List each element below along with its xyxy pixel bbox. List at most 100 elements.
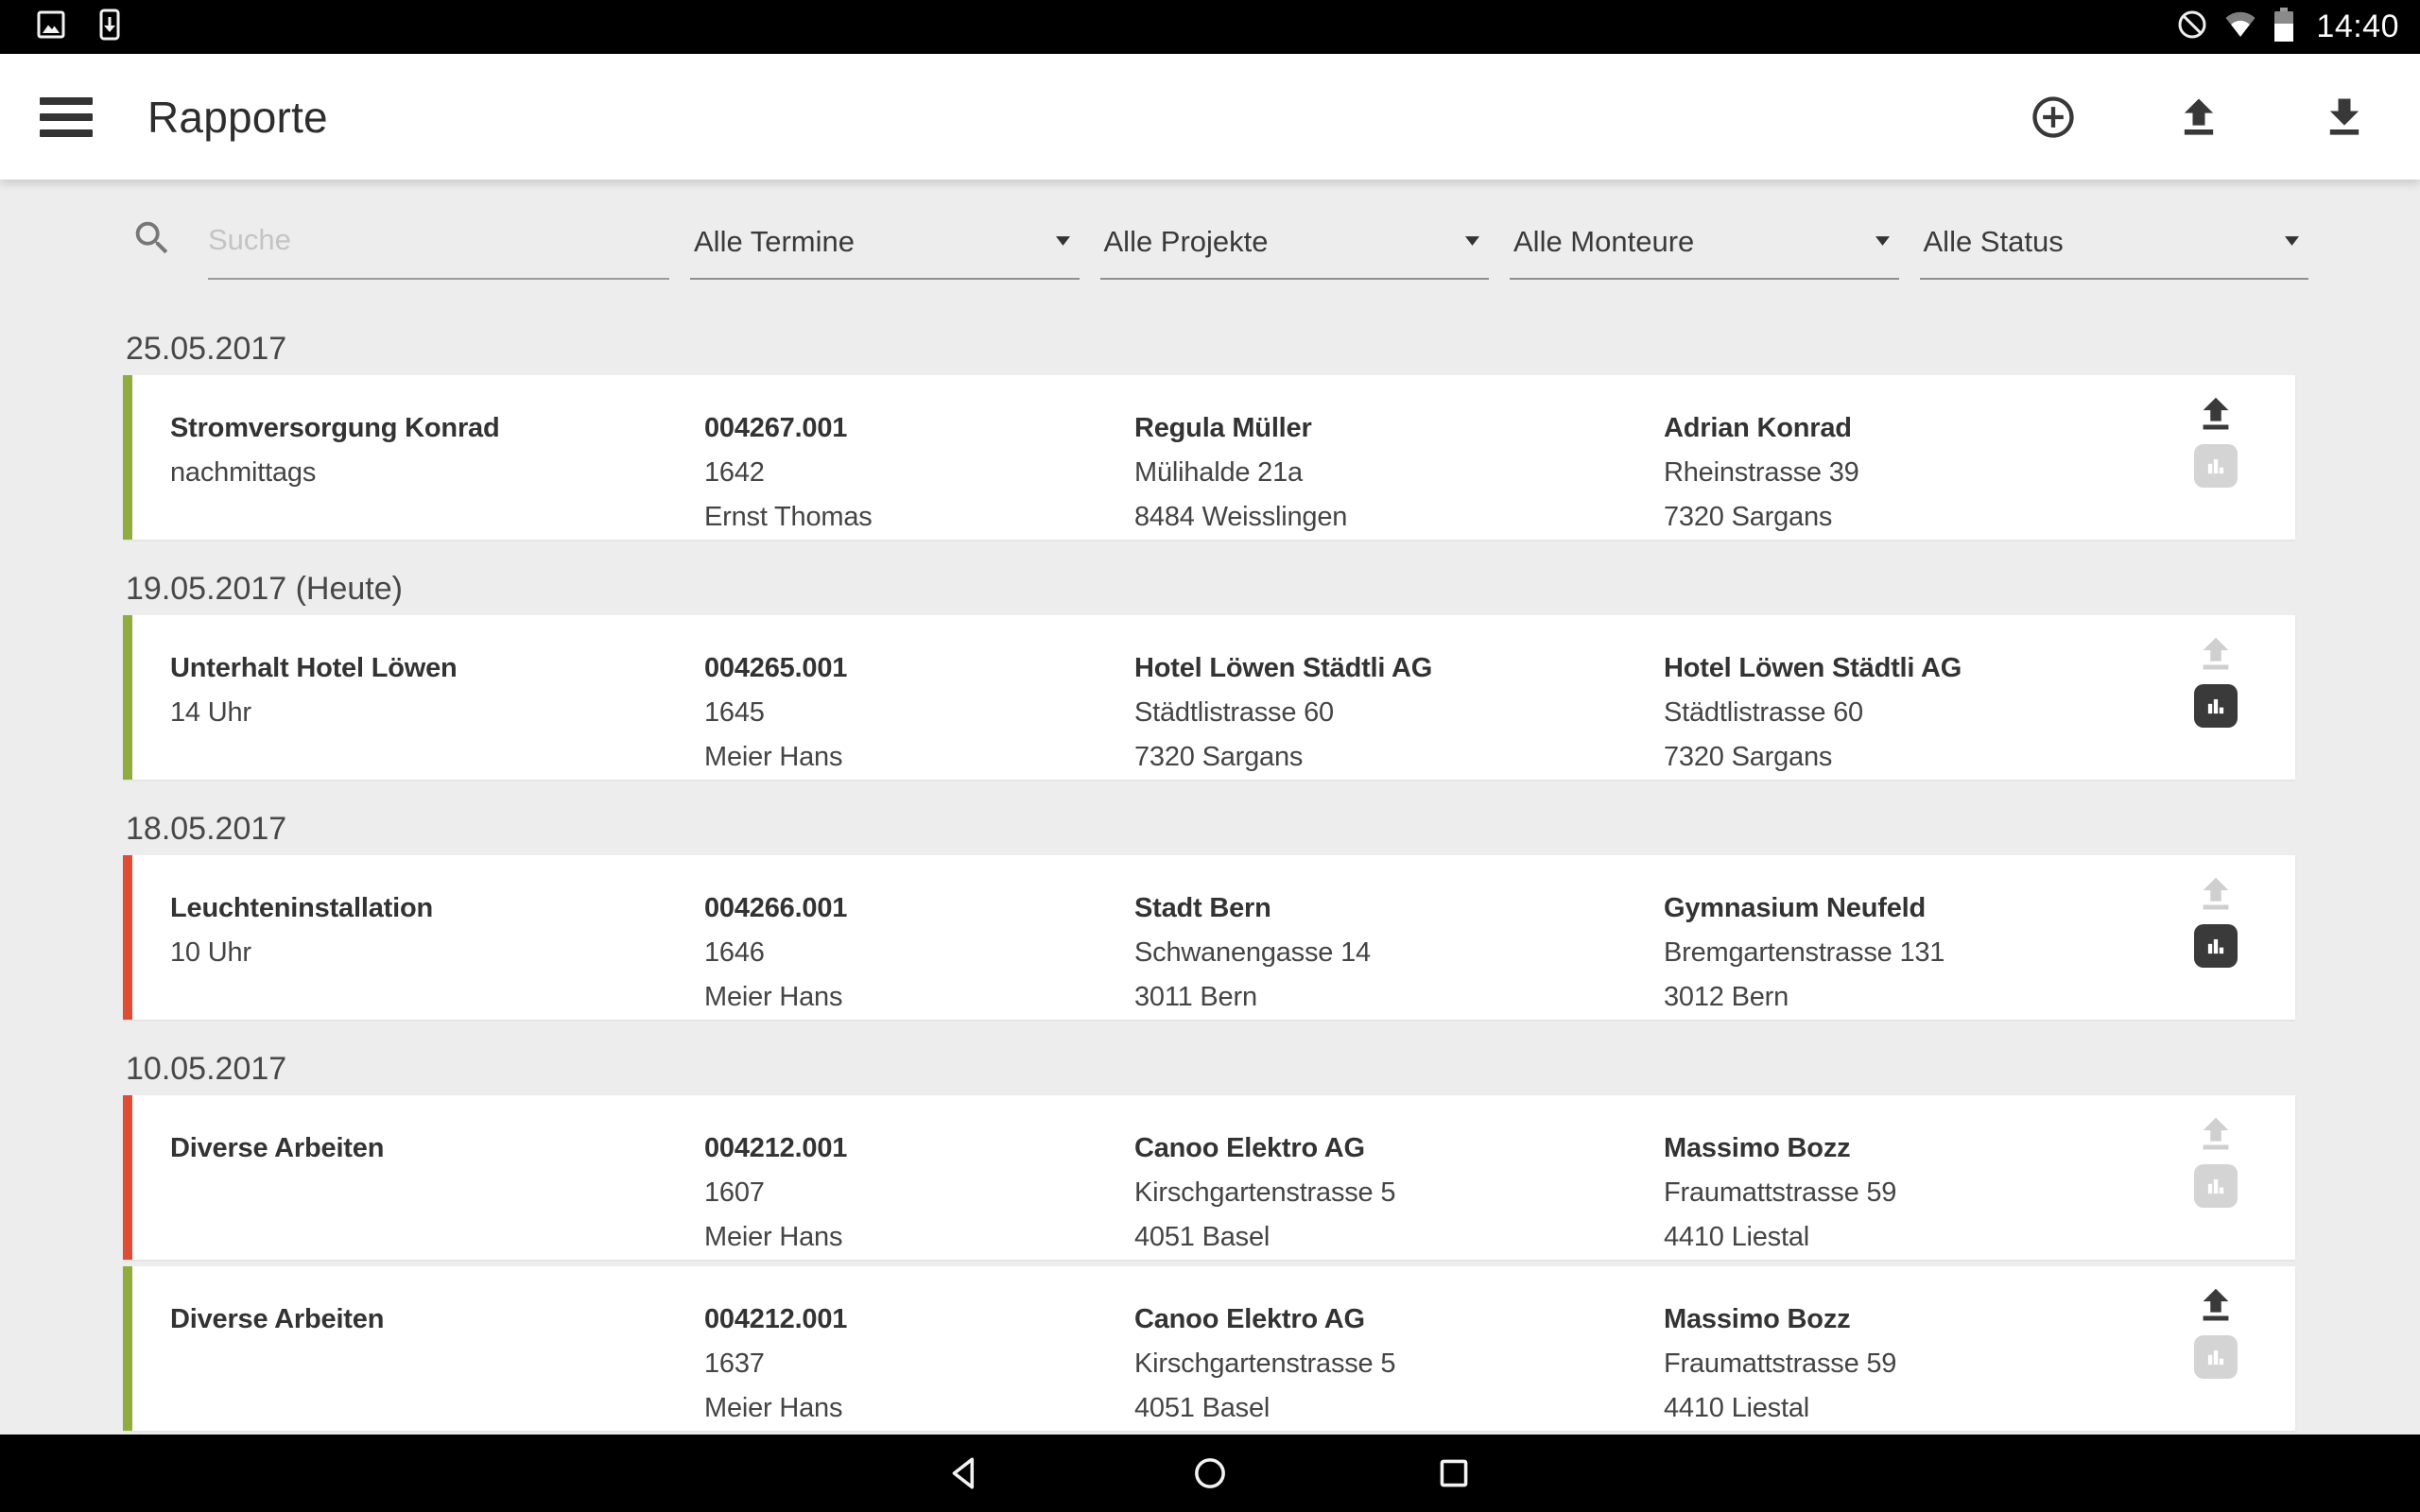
search-input[interactable] xyxy=(208,223,669,261)
report-time: nachmittags xyxy=(170,451,704,495)
chevron-down-icon xyxy=(2285,233,2299,250)
recents-icon[interactable] xyxy=(1433,1452,1475,1494)
report-number: 1646 xyxy=(704,931,1134,975)
report-main-cell: Diverse Arbeiten xyxy=(132,1126,704,1260)
report-row[interactable]: Unterhalt Hotel Löwen14 Uhr004265.001164… xyxy=(123,615,2295,780)
report-time: 10 Uhr xyxy=(170,931,704,975)
report-chart-icon[interactable] xyxy=(2194,924,2238,968)
customer-name: Regula Müller xyxy=(1134,406,1664,451)
report-list: 25.05.2017Stromversorgung Konradnachmitt… xyxy=(123,322,2295,1431)
report-row[interactable]: Diverse Arbeiten004212.0011607Meier Hans… xyxy=(123,1095,2295,1260)
dropdown-label: Alle Monteure xyxy=(1513,225,1876,259)
site-city: 4410 Liestal xyxy=(1664,1386,2174,1431)
technician-name: Meier Hans xyxy=(704,735,1134,780)
report-row[interactable]: Leuchteninstallation10 Uhr004266.0011646… xyxy=(123,855,2295,1020)
filter-dropdown-projekte[interactable]: Alle Projekte xyxy=(1100,206,1490,280)
site-street: Fraumattstrasse 59 xyxy=(1664,1342,2174,1386)
customer-name: Canoo Elektro AG xyxy=(1134,1297,1664,1342)
report-main-cell: Leuchteninstallation10 Uhr xyxy=(132,886,704,1020)
back-icon[interactable] xyxy=(945,1452,987,1494)
technician-name: Meier Hans xyxy=(704,1215,1134,1260)
filter-dropdown-monteure[interactable]: Alle Monteure xyxy=(1510,206,1899,280)
project-number: 004265.001 xyxy=(704,646,1134,691)
report-main-cell: Unterhalt Hotel Löwen14 Uhr xyxy=(132,646,704,780)
download-icon[interactable] xyxy=(2320,93,2369,142)
report-chart-icon[interactable] xyxy=(2194,684,2238,728)
project-number: 004212.001 xyxy=(704,1297,1134,1342)
site-cell: Gymnasium NeufeldBremgartenstrasse 13130… xyxy=(1664,886,2174,1020)
upload-report-icon xyxy=(2194,632,2238,676)
date-group-header: 19.05.2017 (Heute) xyxy=(123,562,2295,615)
customer-name: Stadt Bern xyxy=(1134,886,1664,931)
site-cell: Massimo BozzFraumattstrasse 594410 Liest… xyxy=(1664,1126,2174,1260)
report-title: Diverse Arbeiten xyxy=(170,1297,704,1342)
row-actions xyxy=(2174,1112,2295,1260)
site-street: Rheinstrasse 39 xyxy=(1664,451,2174,495)
search-field[interactable] xyxy=(130,206,669,280)
customer-cell: Canoo Elektro AGKirschgartenstrasse 5405… xyxy=(1134,1297,1664,1431)
customer-street: Schwanengasse 14 xyxy=(1134,931,1664,975)
android-nav-bar xyxy=(0,1435,2420,1512)
home-icon[interactable] xyxy=(1189,1452,1231,1494)
project-cell: 004267.0011642Ernst Thomas xyxy=(704,406,1134,540)
report-title: Leuchteninstallation xyxy=(170,886,704,931)
customer-name: Hotel Löwen Städtli AG xyxy=(1134,646,1664,691)
site-name: Adrian Konrad xyxy=(1664,406,2174,451)
customer-city: 8484 Weisslingen xyxy=(1134,495,1664,540)
site-street: Städtlistrasse 60 xyxy=(1664,691,2174,735)
site-city: 7320 Sargans xyxy=(1664,735,2174,780)
dropdown-label: Alle Projekte xyxy=(1104,225,1466,259)
site-name: Hotel Löwen Städtli AG xyxy=(1664,646,2174,691)
technician-name: Meier Hans xyxy=(704,1386,1134,1431)
report-number: 1645 xyxy=(704,691,1134,735)
chevron-down-icon xyxy=(1465,233,1479,250)
search-icon xyxy=(130,216,174,265)
menu-icon[interactable] xyxy=(40,97,93,137)
report-chart-icon xyxy=(2194,444,2238,488)
upload-report-icon[interactable] xyxy=(2194,1283,2238,1327)
filter-dropdown-termine[interactable]: Alle Termine xyxy=(690,206,1080,280)
filter-dropdown-status[interactable]: Alle Status xyxy=(1920,206,2309,280)
report-list-viewport: Alle Termine Alle Projekte Alle Monteure… xyxy=(0,180,2420,1435)
image-notification-icon xyxy=(34,8,68,46)
customer-cell: Regula MüllerMülihalde 21a8484 Weissling… xyxy=(1134,406,1664,540)
upload-report-icon[interactable] xyxy=(2194,392,2238,436)
chevron-down-icon xyxy=(1056,233,1070,250)
chevron-down-icon xyxy=(1876,233,1890,250)
date-group-header: 25.05.2017 xyxy=(123,322,2295,375)
site-street: Bremgartenstrasse 131 xyxy=(1664,931,2174,975)
report-row[interactable]: Stromversorgung Konradnachmittags004267.… xyxy=(123,375,2295,540)
site-city: 3012 Bern xyxy=(1664,975,2174,1020)
site-cell: Massimo BozzFraumattstrasse 594410 Liest… xyxy=(1664,1297,2174,1431)
customer-street: Kirschgartenstrasse 5 xyxy=(1134,1171,1664,1215)
add-report-icon[interactable] xyxy=(2029,93,2078,142)
row-actions xyxy=(2174,392,2295,540)
date-group-header: 18.05.2017 xyxy=(123,802,2295,855)
site-name: Massimo Bozz xyxy=(1664,1297,2174,1342)
report-chart-icon xyxy=(2194,1164,2238,1208)
system-update-icon xyxy=(93,8,127,46)
upload-icon[interactable] xyxy=(2174,93,2223,142)
site-street: Fraumattstrasse 59 xyxy=(1664,1171,2174,1215)
customer-street: Städtlistrasse 60 xyxy=(1134,691,1664,735)
status-bar-notifications xyxy=(34,8,127,46)
site-cell: Hotel Löwen Städtli AGStädtlistrasse 607… xyxy=(1664,646,2174,780)
report-number: 1637 xyxy=(704,1342,1134,1386)
report-title: Unterhalt Hotel Löwen xyxy=(170,646,704,691)
customer-city: 4051 Basel xyxy=(1134,1215,1664,1260)
row-actions xyxy=(2174,1283,2295,1431)
report-row[interactable]: Diverse Arbeiten004212.0011637Meier Hans… xyxy=(123,1266,2295,1431)
wifi-icon xyxy=(2223,10,2257,43)
page-title: Rapporte xyxy=(147,92,2029,143)
dropdown-label: Alle Termine xyxy=(694,225,1056,259)
report-chart-icon xyxy=(2194,1335,2238,1379)
site-name: Gymnasium Neufeld xyxy=(1664,886,2174,931)
technician-name: Meier Hans xyxy=(704,975,1134,1020)
customer-name: Canoo Elektro AG xyxy=(1134,1126,1664,1171)
upload-report-icon xyxy=(2194,872,2238,916)
dropdown-label: Alle Status xyxy=(1924,225,2286,259)
customer-street: Mülihalde 21a xyxy=(1134,451,1664,495)
upload-report-icon xyxy=(2194,1112,2238,1156)
report-time: 14 Uhr xyxy=(170,691,704,735)
site-cell: Adrian KonradRheinstrasse 397320 Sargans xyxy=(1664,406,2174,540)
